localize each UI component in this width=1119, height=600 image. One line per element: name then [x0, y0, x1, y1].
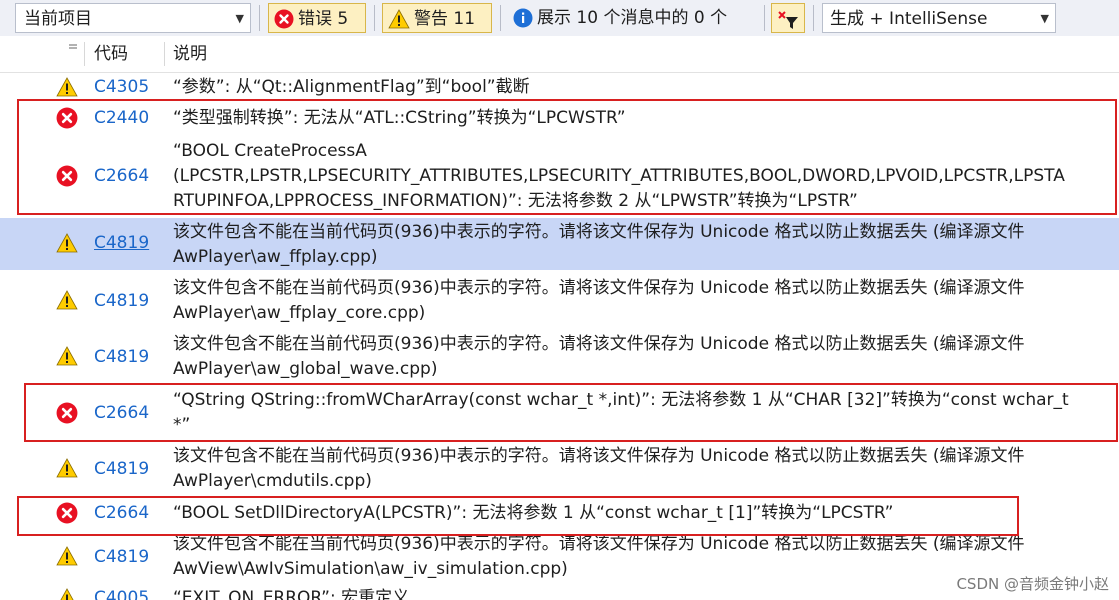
clear-filter-icon	[778, 11, 800, 31]
toolbar-separator	[374, 5, 375, 31]
error-list-toolbar: 当前项目 ▼ 错误 5 警告 11 展示 10 个消息中的 0 个 生成 + I…	[0, 0, 1119, 37]
error-icon	[56, 107, 78, 129]
chevron-down-icon: ▼	[235, 12, 244, 25]
toolbar-separator	[259, 5, 260, 31]
error-description: “类型强制转换”: 无法从“ATL::CString”转换为“LPCWSTR”	[173, 108, 626, 128]
error-description: 该文件包含不能在当前代码页(936)中表示的字符。请将该文件保存为 Unicod…	[173, 222, 1025, 267]
error-list-row[interactable]: C2664 “BOOL SetDllDirectoryA(LPCSTR)”: 无…	[0, 501, 1119, 526]
scope-dropdown[interactable]: 当前项目 ▼	[15, 3, 251, 33]
error-description: “QString QString::fromWCharArray(const w…	[173, 390, 1069, 435]
error-code-link[interactable]: C2664	[94, 401, 149, 426]
warnings-count-label: 警告 11	[414, 9, 476, 29]
error-icon	[56, 502, 78, 524]
error-code-link[interactable]: C2664	[94, 164, 149, 189]
error-code-link[interactable]: C4819	[94, 545, 149, 570]
error-list-row[interactable]: C4819 该文件包含不能在当前代码页(936)中表示的字符。请将该文件保存为 …	[0, 276, 1119, 326]
error-description: 该文件包含不能在当前代码页(936)中表示的字符。请将该文件保存为 Unicod…	[173, 334, 1025, 379]
column-header-description[interactable]: 说明	[173, 36, 207, 72]
error-description: 该文件包含不能在当前代码页(936)中表示的字符。请将该文件保存为 Unicod…	[173, 446, 1025, 491]
warning-icon	[56, 546, 78, 568]
error-code-link[interactable]: C2664	[94, 501, 149, 526]
error-icon	[56, 402, 78, 424]
toolbar-separator	[813, 5, 814, 31]
column-divider[interactable]	[164, 42, 165, 66]
column-divider[interactable]	[84, 42, 85, 66]
info-icon	[513, 8, 533, 28]
error-description: “BOOL CreateProcessA (LPCSTR,LPSTR,LPSECU…	[173, 141, 1065, 211]
error-list-row[interactable]: C4305 “参数”: 从“Qt::AlignmentFlag”到“bool”截…	[0, 75, 1119, 100]
error-list-header: 代码 说明	[0, 36, 1119, 73]
watermark: CSDN @音频金钟小赵	[956, 575, 1109, 593]
error-code-link[interactable]: C4819	[94, 231, 149, 256]
error-code-link[interactable]: C4305	[94, 75, 149, 100]
error-code-link[interactable]: C4005	[94, 586, 149, 600]
error-list-row[interactable]: C4819 该文件包含不能在当前代码页(936)中表示的字符。请将该文件保存为 …	[0, 332, 1119, 382]
warning-icon	[56, 77, 78, 99]
messages-filter-button[interactable]: 展示 10 个消息中的 0 个	[510, 3, 758, 33]
toolbar-separator	[500, 5, 501, 31]
warning-icon	[56, 458, 78, 480]
error-list-row[interactable]: C2664 “BOOL CreateProcessA (LPCSTR,LPSTR,…	[0, 139, 1119, 214]
build-intellisense-dropdown[interactable]: 生成 + IntelliSense ▼	[822, 3, 1056, 33]
error-code-link[interactable]: C4819	[94, 289, 149, 314]
error-list-row[interactable]: C4005 “EXIT_ON_ERROR”: 宏重定义	[0, 586, 1119, 600]
chevron-down-icon: ▼	[1040, 12, 1049, 25]
clear-filter-button[interactable]	[771, 3, 805, 33]
error-description: 该文件包含不能在当前代码页(936)中表示的字符。请将该文件保存为 Unicod…	[173, 278, 1025, 323]
build-filter-value: 生成 + IntelliSense	[830, 9, 988, 29]
warning-icon	[56, 588, 78, 600]
error-code-link[interactable]: C2440	[94, 106, 149, 131]
error-list-row-selected[interactable]: C4819 该文件包含不能在当前代码页(936)中表示的字符。请将该文件保存为 …	[0, 218, 1119, 270]
errors-count-label: 错误 5	[298, 9, 349, 29]
error-code-link[interactable]: C4819	[94, 457, 149, 482]
scope-value: 当前项目	[24, 9, 92, 29]
warning-icon	[56, 290, 78, 312]
error-icon	[56, 165, 78, 187]
warning-icon	[388, 9, 410, 29]
warning-icon	[56, 233, 78, 255]
column-header-code[interactable]: 代码	[94, 36, 128, 72]
error-description: “参数”: 从“Qt::AlignmentFlag”到“bool”截断	[173, 77, 530, 97]
toolbar-separator	[764, 5, 765, 31]
error-list-row[interactable]: C2440 “类型强制转换”: 无法从“ATL::CString”转换为“LPC…	[0, 106, 1119, 131]
error-icon	[274, 9, 294, 29]
errors-filter-button[interactable]: 错误 5	[268, 3, 366, 33]
error-list-row[interactable]: C4819 该文件包含不能在当前代码页(936)中表示的字符。请将该文件保存为 …	[0, 532, 1119, 582]
error-code-link[interactable]: C4819	[94, 345, 149, 370]
warnings-filter-button[interactable]: 警告 11	[382, 3, 492, 33]
warning-icon	[56, 346, 78, 368]
error-list-row[interactable]: C2664 “QString QString::fromWCharArray(c…	[0, 388, 1119, 438]
sort-indicator-icon[interactable]	[68, 44, 78, 54]
error-description: “BOOL SetDllDirectoryA(LPCSTR)”: 无法将参数 1…	[173, 503, 894, 523]
error-list-rows: C4305 “参数”: 从“Qt::AlignmentFlag”到“bool”截…	[0, 72, 1119, 600]
messages-count-label: 展示 10 个消息中的 0 个	[537, 8, 728, 28]
error-list-row[interactable]: C4819 该文件包含不能在当前代码页(936)中表示的字符。请将该文件保存为 …	[0, 444, 1119, 494]
